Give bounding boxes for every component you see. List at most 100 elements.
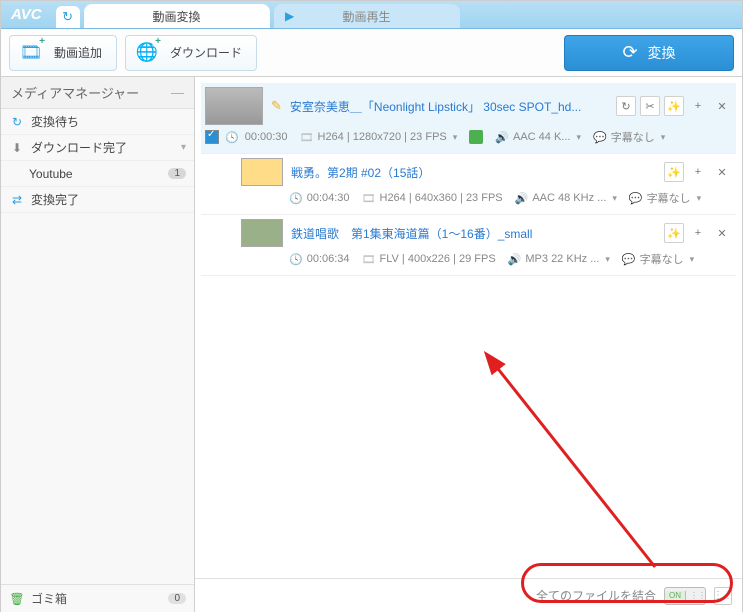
film-icon: 🎞+ <box>16 38 46 68</box>
list-item[interactable]: 戦勇。第2期 #02（15話） ✨ + ✕ 🕓 00:04:30 🎞 H264 | … <box>201 154 736 215</box>
trash-count-badge: 0 <box>168 593 186 604</box>
convert-done-icon: ⇄ <box>9 192 25 208</box>
item-sub: 字幕なし <box>647 190 691 206</box>
list-item[interactable]: ✎ 安室奈美恵＿「Neonlight Lipstick」 30sec SPOT_… <box>201 83 736 154</box>
chat-icon: 💬 <box>593 131 607 144</box>
globe-icon: 🌐+ <box>132 38 162 68</box>
status-square-icon <box>469 130 483 144</box>
clock-icon: 🕓 <box>225 131 239 144</box>
sync-icon: ⟳ <box>622 42 637 63</box>
edit-icon[interactable]: ✎ <box>271 98 282 114</box>
remove-item-button[interactable]: ✕ <box>712 96 732 116</box>
youtube-count-badge: 1 <box>168 168 186 179</box>
list-item[interactable]: 鉄道唱歌 第1集東海道篇（1〜16番）_small ✨ + ✕ 🕓 00:06:3… <box>201 215 736 276</box>
thumbnail <box>241 219 283 247</box>
thumbnail <box>205 87 263 125</box>
download-done-label: ダウンロード完了 <box>31 139 127 156</box>
download-button[interactable]: 🌐+ ダウンロード <box>125 35 257 71</box>
item-duration: 00:00:30 <box>245 131 288 143</box>
film-small-icon: 🎞 <box>300 131 314 144</box>
item-video: FLV | 400x226 | 29 FPS <box>380 253 496 265</box>
item-title[interactable]: 鉄道唱歌 第1集東海道篇（1〜16番）_small <box>291 225 532 242</box>
item-list: ✎ 安室奈美恵＿「Neonlight Lipstick」 30sec SPOT_… <box>195 77 742 282</box>
clock-icon: 🕓 <box>289 192 303 205</box>
play-icon: ▶ <box>282 8 298 24</box>
sidebar-item-waiting[interactable]: ↻ 変換待ち <box>1 109 194 135</box>
item-video: H264 | 1280x720 | 23 FPS <box>318 131 447 143</box>
subtitle-button[interactable]: 💬字幕なし▾ <box>629 190 701 206</box>
remove-item-button[interactable]: ✕ <box>712 162 732 182</box>
tab-play-label: 動画再生 <box>343 8 391 25</box>
reorder-button[interactable]: ⋮⋮ <box>714 587 732 605</box>
clock-icon: 🕓 <box>289 253 303 266</box>
refresh-item-button[interactable]: ↻ <box>616 96 636 116</box>
chevron-down-icon[interactable]: ▾ <box>612 193 617 204</box>
chat-icon: 💬 <box>629 192 643 205</box>
item-duration: 00:06:34 <box>307 253 350 265</box>
refresh-icon[interactable]: ↻ <box>56 6 80 28</box>
item-title[interactable]: 安室奈美恵＿「Neonlight Lipstick」 30sec SPOT_hd… <box>290 98 581 115</box>
youtube-label: Youtube <box>29 167 73 181</box>
convert-done-label: 変換完了 <box>31 191 79 208</box>
sidebar: メディアマネージャー — ↻ 変換待ち ⬇ ダウンロード完了 ▾ Youtube… <box>1 77 195 612</box>
waiting-label: 変換待ち <box>31 113 79 130</box>
add-item-button[interactable]: + <box>688 96 708 116</box>
checkbox[interactable] <box>205 130 219 144</box>
sidebar-header: メディアマネージャー — <box>1 77 194 109</box>
toolbar: 🎞+ 動画追加 🌐+ ダウンロード ⟳ 変換 <box>1 29 742 77</box>
wand-button[interactable]: ✨ <box>664 96 684 116</box>
collapse-icon[interactable]: — <box>171 85 184 100</box>
chevron-down-icon[interactable]: ▾ <box>605 254 610 265</box>
chevron-down-icon[interactable]: ▾ <box>453 132 458 143</box>
item-audio: AAC 44 K... <box>513 131 570 143</box>
trash-icon: 🗑 <box>9 591 25 607</box>
main-area: メディアマネージャー — ↻ 変換待ち ⬇ ダウンロード完了 ▾ Youtube… <box>1 77 742 612</box>
item-audio: MP3 22 KHz ... <box>525 253 599 265</box>
convert-button[interactable]: ⟳ 変換 <box>564 35 734 71</box>
item-audio: AAC 48 KHz ... <box>532 192 606 204</box>
item-duration: 00:04:30 <box>307 192 350 204</box>
add-item-button[interactable]: + <box>688 223 708 243</box>
item-title[interactable]: 戦勇。第2期 #02（15話） <box>291 164 430 181</box>
sidebar-item-download-done[interactable]: ⬇ ダウンロード完了 ▾ <box>1 135 194 161</box>
thumbnail <box>241 158 283 186</box>
merge-toggle[interactable]: ON ⋮⋮ <box>664 587 706 605</box>
sidebar-header-label: メディアマネージャー <box>11 83 139 102</box>
audio-icon: 🔊 <box>508 253 522 266</box>
download-done-icon: ⬇ <box>9 140 25 156</box>
sidebar-item-convert-done[interactable]: ⇄ 変換完了 <box>1 187 194 213</box>
item-sub: 字幕なし <box>611 129 655 145</box>
download-label: ダウンロード <box>170 44 242 61</box>
content-area: ✎ 安室奈美恵＿「Neonlight Lipstick」 30sec SPOT_… <box>195 77 742 612</box>
subtitle-button[interactable]: 💬字幕なし▾ <box>622 251 694 267</box>
item-sub: 字幕なし <box>640 251 684 267</box>
audio-icon: 🔊 <box>515 192 529 205</box>
cut-button[interactable]: ✂ <box>640 96 660 116</box>
sidebar-item-trash[interactable]: 🗑 ゴミ箱 0 <box>1 584 194 612</box>
tab-convert[interactable]: 動画変換 <box>84 4 270 28</box>
remove-item-button[interactable]: ✕ <box>712 223 732 243</box>
wand-button[interactable]: ✨ <box>664 223 684 243</box>
refresh-small-icon: ↻ <box>9 114 25 130</box>
add-video-button[interactable]: 🎞+ 動画追加 <box>9 35 117 71</box>
subtitle-button[interactable]: 💬字幕なし▾ <box>593 129 665 145</box>
trash-label: ゴミ箱 <box>31 590 67 607</box>
toggle-knob: ⋮⋮ <box>686 591 706 600</box>
film-small-icon: 🎞 <box>362 192 376 205</box>
convert-label: 変換 <box>648 43 676 63</box>
audio-icon: 🔊 <box>495 131 509 144</box>
chevron-down-icon[interactable]: ▾ <box>576 132 581 143</box>
tab-play[interactable]: ▶ 動画再生 <box>274 4 460 28</box>
chat-icon: 💬 <box>622 253 636 266</box>
add-item-button[interactable]: + <box>688 162 708 182</box>
bottom-bar: 全てのファイルを結合 ON ⋮⋮ ⋮⋮ <box>195 578 742 612</box>
item-video: H264 | 640x360 | 23 FPS <box>380 192 503 204</box>
chevron-down-icon: ▾ <box>181 142 186 153</box>
merge-label: 全てのファイルを結合 <box>536 587 656 604</box>
toggle-on-label: ON <box>665 591 686 600</box>
sidebar-item-youtube[interactable]: Youtube 1 <box>1 161 194 187</box>
tab-convert-label: 動画変換 <box>153 8 201 25</box>
add-video-label: 動画追加 <box>54 44 102 61</box>
film-small-icon: 🎞 <box>362 253 376 266</box>
wand-button[interactable]: ✨ <box>664 162 684 182</box>
